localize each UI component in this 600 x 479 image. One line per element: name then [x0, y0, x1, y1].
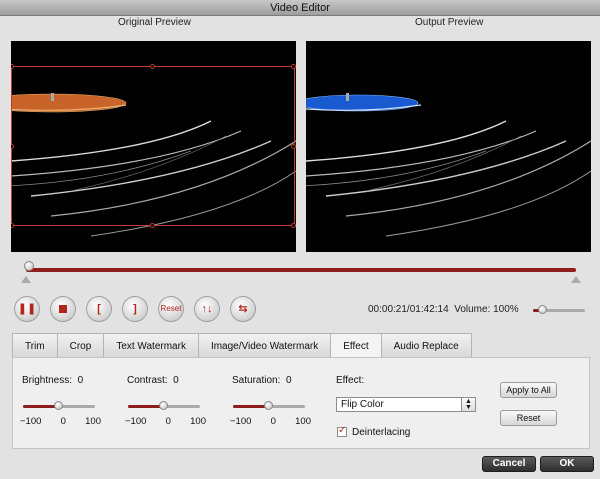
seek-thumb[interactable] — [24, 261, 34, 271]
volume-label: Volume: — [454, 304, 491, 315]
tab-image-video-watermark[interactable]: Image/Video Watermark — [197, 333, 332, 358]
contrast-scale: −100 0 100 — [125, 416, 206, 427]
volume-value: 100% — [493, 304, 519, 315]
cancel-button[interactable]: Cancel — [482, 456, 536, 472]
time-readout: 00:00:21/01:42:14 — [368, 304, 449, 315]
brightness-value: 0 — [77, 375, 84, 386]
tab-crop[interactable]: Crop — [56, 333, 105, 358]
original-preview — [11, 41, 296, 252]
flip-vertical-icon: ↑↓ — [201, 302, 213, 315]
tab-effect[interactable]: Effect — [330, 333, 382, 358]
reset-playback-button[interactable]: Reset — [158, 296, 184, 322]
swap-icon: ⇆ — [238, 302, 248, 315]
stop-icon — [59, 305, 67, 313]
effect-panel — [12, 357, 590, 449]
mark-out-icon: ] — [133, 302, 137, 315]
mark-in-icon: [ — [97, 302, 101, 315]
mark-out-button[interactable]: ] — [122, 296, 148, 322]
saturation-thumb[interactable] — [264, 401, 273, 410]
saturation-value: 0 — [285, 375, 292, 386]
brightness-label: Brightness: 0 — [22, 375, 84, 386]
apply-to-all-button[interactable]: Apply to All — [500, 382, 557, 398]
mark-in-button[interactable]: [ — [86, 296, 112, 322]
deinterlacing-label: Deinterlacing — [352, 427, 411, 438]
tab-trim[interactable]: Trim — [12, 333, 58, 358]
flip-vertical-button[interactable]: ↑↓ — [194, 296, 220, 322]
tab-audio-replace[interactable]: Audio Replace — [380, 333, 472, 358]
stop-button[interactable] — [50, 296, 76, 322]
time-display: 00:00:21/01:42:14 Volume: 100% — [368, 304, 519, 315]
volume-thumb[interactable] — [538, 305, 548, 314]
original-preview-label: Original Preview — [118, 17, 191, 28]
effect-select-value: Flip Color — [341, 399, 384, 410]
contrast-slider[interactable] — [128, 401, 200, 410]
trim-start-marker[interactable] — [21, 276, 31, 283]
ok-button[interactable]: OK — [540, 456, 594, 472]
tab-text-watermark[interactable]: Text Watermark — [103, 333, 199, 358]
brightness-slider[interactable] — [23, 401, 95, 410]
volume-slider[interactable] — [533, 305, 585, 314]
reset-effect-button[interactable]: Reset — [500, 410, 557, 426]
pause-icon: ❚❚ — [17, 302, 37, 315]
pause-button[interactable]: ❚❚ — [14, 296, 40, 322]
contrast-thumb[interactable] — [159, 401, 168, 410]
deinterlacing-checkbox[interactable] — [337, 425, 347, 437]
effect-label: Effect: — [336, 375, 365, 386]
brightness-scale: −100 0 100 — [20, 416, 101, 427]
trim-end-marker[interactable] — [571, 276, 581, 283]
contrast-label: Contrast: 0 — [127, 375, 179, 386]
saturation-scale: −100 0 100 — [230, 416, 311, 427]
effect-select[interactable]: Flip Color ▲ ▼ — [336, 397, 476, 412]
editor-tabs: Trim Crop Text Watermark Image/Video Waterm… — [12, 333, 472, 358]
saturation-slider[interactable] — [233, 401, 305, 410]
output-preview-label: Output Preview — [415, 17, 484, 28]
updown-arrow-icon: ▲ ▼ — [461, 398, 475, 411]
crop-frame[interactable] — [11, 64, 296, 228]
brightness-thumb[interactable] — [54, 401, 63, 410]
saturation-label: Saturation: 0 — [232, 375, 292, 386]
output-preview — [306, 41, 591, 252]
contrast-value: 0 — [173, 375, 179, 386]
output-preview-image — [306, 93, 591, 237]
window-title: Video Editor — [0, 0, 600, 16]
video-editor-window: Video Editor Original Preview Output Pre… — [0, 0, 600, 479]
reset-playback-label: Reset — [160, 304, 182, 313]
seek-bar[interactable] — [24, 261, 576, 272]
swap-button[interactable]: ⇆ — [230, 296, 256, 322]
